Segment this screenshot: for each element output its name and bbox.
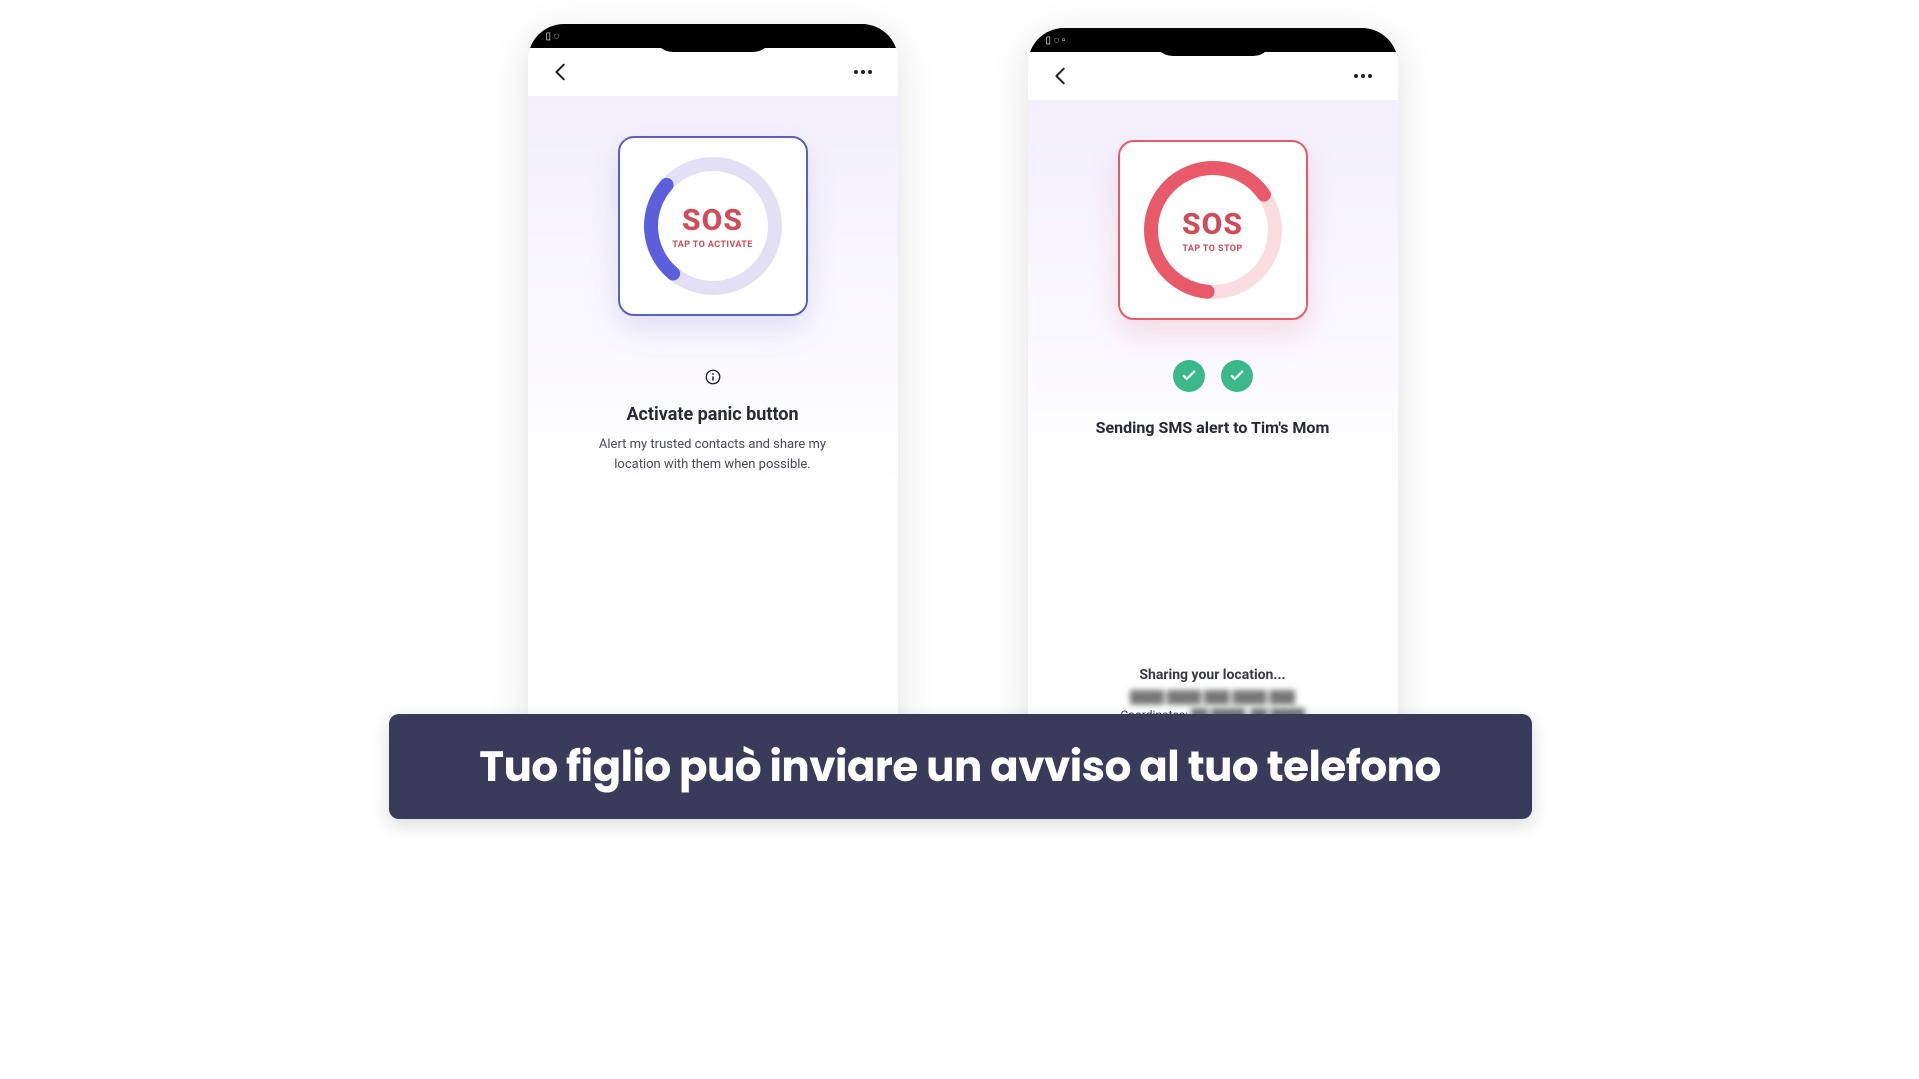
sos-progress-ring: SOS TAP TO ACTIVATE bbox=[638, 151, 788, 301]
dot-icon bbox=[1354, 74, 1358, 78]
alert-message: Sending SMS alert to Tim's Mom bbox=[1096, 418, 1330, 437]
app-showcase: ▯ ◌ SOS TA bbox=[232, 0, 1688, 819]
status-left: ▯ ◌ bbox=[546, 31, 560, 42]
info-icon[interactable] bbox=[704, 368, 722, 386]
dot-icon bbox=[1368, 74, 1372, 78]
nav-bar bbox=[528, 48, 898, 96]
arrow-left-icon bbox=[550, 61, 572, 83]
check-icon bbox=[1228, 367, 1246, 385]
phone-notch bbox=[653, 24, 773, 52]
panic-title: Activate panic button bbox=[626, 404, 798, 425]
status-checks bbox=[1173, 360, 1253, 392]
caption-text: Tuo figlio può inviare un avviso al tuo … bbox=[479, 735, 1440, 798]
nav-bar bbox=[1028, 52, 1398, 100]
sos-panic-button[interactable]: SOS TAP TO ACTIVATE bbox=[618, 136, 808, 316]
more-menu-button[interactable] bbox=[1354, 73, 1376, 79]
dot-icon bbox=[854, 70, 858, 74]
back-button[interactable] bbox=[1050, 65, 1072, 87]
dot-icon bbox=[861, 70, 865, 74]
screen-body: SOS TAP TO ACTIVATE Activate panic butto… bbox=[528, 96, 898, 744]
sos-label: SOS bbox=[1182, 207, 1243, 242]
phone-mockup-left: ▯ ◌ SOS TA bbox=[528, 24, 898, 744]
arrow-left-icon bbox=[1050, 65, 1072, 87]
dot-icon bbox=[1361, 74, 1365, 78]
more-menu-button[interactable] bbox=[854, 69, 876, 75]
screen-body: SOS TAP TO STOP Sending SMS alert to Tim… bbox=[1028, 100, 1398, 748]
back-button[interactable] bbox=[550, 61, 572, 83]
caption-banner: Tuo figlio può inviare un avviso al tuo … bbox=[389, 714, 1532, 819]
location-address-redacted: ████ ████ ███ ████ ███ bbox=[1028, 688, 1398, 706]
phone-mockup-right: ▯ ◌ ▫ SOS bbox=[1028, 28, 1398, 748]
sos-text: SOS TAP TO ACTIVATE bbox=[672, 203, 753, 250]
check-badge bbox=[1173, 360, 1205, 392]
check-badge bbox=[1221, 360, 1253, 392]
check-icon bbox=[1180, 367, 1198, 385]
sos-subtitle: TAP TO STOP bbox=[1182, 244, 1243, 254]
panic-description: Alert my trusted contacts and share my l… bbox=[578, 435, 848, 474]
sos-progress-ring: SOS TAP TO STOP bbox=[1138, 155, 1288, 305]
sos-label: SOS bbox=[672, 203, 753, 238]
sos-subtitle: TAP TO ACTIVATE bbox=[672, 240, 753, 250]
dot-icon bbox=[868, 70, 872, 74]
phone-notch bbox=[1153, 28, 1273, 56]
status-left: ▯ ◌ ▫ bbox=[1046, 35, 1066, 46]
sos-text: SOS TAP TO STOP bbox=[1182, 207, 1243, 254]
location-title: Sharing your location... bbox=[1028, 665, 1398, 686]
sos-stop-button[interactable]: SOS TAP TO STOP bbox=[1118, 140, 1308, 320]
